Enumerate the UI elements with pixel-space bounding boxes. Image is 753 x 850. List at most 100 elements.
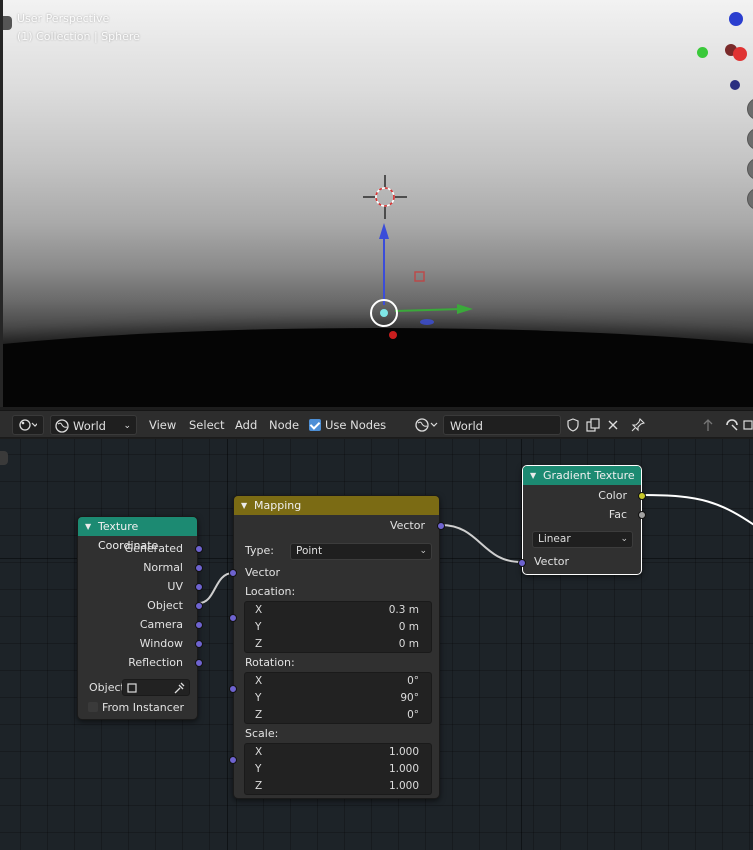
chevron-down-icon: ⌄ [419, 546, 427, 556]
overlay-icon[interactable] [743, 415, 753, 435]
field-value: 1.000 [388, 746, 419, 758]
menu-view[interactable]: View [149, 415, 176, 435]
nav-gizmo-y-axis[interactable] [697, 47, 708, 58]
output-generated: Generated [124, 542, 183, 555]
node-canvas[interactable]: ▼ Texture Coordinate Generated Normal UV… [0, 439, 753, 850]
socket-fac-out[interactable] [638, 511, 646, 519]
unlink-close-icon[interactable] [602, 415, 624, 435]
node-title: Mapping [254, 499, 302, 512]
world-name-field[interactable]: World [443, 415, 561, 435]
socket-generated[interactable] [195, 545, 203, 553]
pan-hand-icon[interactable] [747, 128, 753, 150]
viewport-collection-label: (1) Collection | Sphere [17, 30, 140, 43]
node-editor-header: World ⌄ View Select Add Node Use Nodes W… [0, 410, 753, 438]
socket-window[interactable] [195, 640, 203, 648]
field-value: 0 m [398, 621, 419, 633]
field-value: 1.000 [388, 780, 419, 792]
scale-z-field[interactable]: Z 1.000 [245, 778, 431, 795]
menu-select[interactable]: Select [189, 415, 224, 435]
rotation-field-group[interactable]: X 0° Y 90° Z 0° [244, 672, 432, 724]
output-camera: Camera [139, 618, 183, 631]
world-browse-button[interactable] [412, 415, 442, 435]
location-label: Location: [245, 585, 296, 598]
location-z-field[interactable]: Z 0 m [245, 636, 431, 653]
rotation-z-field[interactable]: Z 0° [245, 707, 431, 724]
collapse-triangle-icon[interactable]: ▼ [85, 517, 91, 536]
scale-label: Scale: [245, 727, 279, 740]
snap-magnet-icon[interactable] [721, 415, 743, 435]
use-nodes-label: Use Nodes [325, 418, 387, 432]
socket-vector-in[interactable] [229, 569, 237, 577]
socket-location-in[interactable] [229, 614, 237, 622]
menu-node[interactable]: Node [269, 415, 299, 435]
gradient-type-value: Linear [538, 533, 571, 545]
type-label: Type: [245, 544, 274, 557]
eyedropper-icon[interactable] [173, 682, 185, 694]
node-header[interactable]: ▼ Mapping [234, 496, 439, 515]
scale-y-field[interactable]: Y 1.000 [245, 761, 431, 778]
mapping-node[interactable]: ▼ Mapping Vector Type: Point ⌄ Vector Lo… [229, 495, 445, 799]
transform-gizmo[interactable] [343, 215, 483, 355]
gradient-type-dropdown[interactable]: Linear ⌄ [532, 531, 633, 548]
from-instancer-checkbox[interactable]: From Instancer [88, 699, 184, 717]
zoom-icon[interactable] [747, 98, 753, 120]
axis-label: X [255, 746, 263, 758]
chevron-down-icon: ⌄ [620, 534, 628, 544]
axis-label: Y [255, 763, 262, 775]
socket-rotation-in[interactable] [229, 685, 237, 693]
socket-uv[interactable] [195, 583, 203, 591]
socket-camera[interactable] [195, 621, 203, 629]
gradient-texture-node[interactable]: ▼ Gradient Texture Color Fac Linear ⌄ Ve… [518, 465, 646, 575]
rotation-x-field[interactable]: X 0° [245, 673, 431, 690]
output-object: Object [147, 599, 183, 612]
scale-field-group[interactable]: X 1.000 Y 1.000 Z 1.000 [244, 743, 432, 795]
sidebar-toggle-tab[interactable] [0, 451, 8, 465]
collapse-triangle-icon[interactable]: ▼ [530, 466, 536, 485]
shader-type-dropdown[interactable]: World ⌄ [50, 415, 137, 435]
menu-add[interactable]: Add [235, 415, 257, 435]
parent-node-tree-icon[interactable] [697, 415, 719, 435]
projection-toggle-icon[interactable] [747, 188, 753, 210]
nav-gizmo-neg-z-axis[interactable] [730, 80, 740, 90]
socket-scale-in[interactable] [229, 756, 237, 764]
nav-gizmo-z-axis[interactable] [729, 12, 743, 26]
rotation-y-field[interactable]: Y 90° [245, 690, 431, 707]
pin-icon[interactable] [627, 415, 649, 435]
checkbox-unchecked-icon [88, 702, 98, 712]
scale-x-field[interactable]: X 1.000 [245, 744, 431, 761]
use-nodes-toggle[interactable]: Use Nodes [309, 415, 386, 435]
node-header[interactable]: ▼ Texture Coordinate [78, 517, 197, 552]
fake-user-shield-icon[interactable] [562, 415, 584, 435]
3d-cursor-icon[interactable] [363, 175, 407, 219]
socket-vector-in[interactable] [518, 559, 526, 567]
object-icon [127, 683, 137, 693]
socket-normal[interactable] [195, 564, 203, 572]
socket-reflection[interactable] [195, 659, 203, 667]
location-field-group[interactable]: X 0.3 m Y 0 m Z 0 m [244, 601, 432, 653]
texture-coordinate-node[interactable]: ▼ Texture Coordinate Generated Normal UV… [77, 516, 203, 720]
toolbar-toggle-tab[interactable] [3, 16, 12, 30]
location-x-field[interactable]: X 0.3 m [245, 602, 431, 619]
3d-viewport[interactable]: User Perspective (1) Collection | Sphere [0, 0, 753, 407]
viewport-perspective-label: User Perspective [17, 12, 110, 25]
output-normal: Normal [143, 561, 183, 574]
collapse-triangle-icon[interactable]: ▼ [241, 496, 247, 515]
node-header[interactable]: ▼ Gradient Texture [523, 466, 641, 485]
duplicate-icon[interactable] [582, 415, 604, 435]
socket-object[interactable] [195, 602, 203, 610]
nav-gizmo-x-axis[interactable] [733, 47, 747, 61]
camera-view-icon[interactable] [747, 158, 753, 180]
editor-type-selector[interactable] [12, 415, 44, 435]
field-value: 1.000 [388, 763, 419, 775]
socket-vector-out[interactable] [437, 522, 445, 530]
input-vector-label: Vector [245, 566, 281, 579]
output-vector: Vector [389, 519, 425, 532]
world-icon [55, 419, 69, 433]
axis-label: Z [255, 780, 263, 792]
output-fac: Fac [608, 508, 627, 521]
mapping-type-dropdown[interactable]: Point ⌄ [290, 543, 432, 560]
socket-color-out[interactable] [638, 492, 646, 500]
object-picker-field[interactable] [122, 679, 190, 696]
link-gradient-color-out [641, 494, 753, 526]
location-y-field[interactable]: Y 0 m [245, 619, 431, 636]
